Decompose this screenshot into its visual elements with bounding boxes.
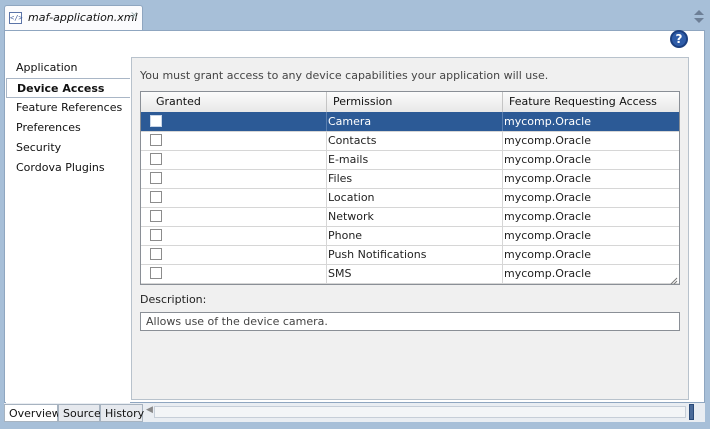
feature-cell: mycomp.Oracle bbox=[502, 188, 679, 207]
nav-item-preferences[interactable]: Preferences bbox=[6, 118, 130, 138]
permission-cell: Contacts bbox=[326, 131, 502, 150]
permission-cell: Location bbox=[326, 188, 502, 207]
feature-cell: mycomp.Oracle bbox=[502, 245, 679, 264]
granted-checkbox[interactable] bbox=[150, 210, 162, 222]
feature-cell: mycomp.Oracle bbox=[502, 131, 679, 150]
column-header-granted[interactable]: Granted bbox=[150, 92, 326, 112]
description-label: Description: bbox=[140, 293, 207, 306]
table-row[interactable]: Camera mycomp.Oracle bbox=[141, 112, 679, 132]
permission-cell: Files bbox=[326, 169, 502, 188]
nav-item-feature-references[interactable]: Feature References bbox=[6, 98, 130, 118]
feature-cell: mycomp.Oracle bbox=[502, 226, 679, 245]
column-header-feature-requesting-access[interactable]: Feature Requesting Access bbox=[502, 92, 679, 112]
tab-history[interactable]: History bbox=[100, 404, 144, 422]
permission-cell: SMS bbox=[326, 264, 502, 283]
permission-cell: Camera bbox=[326, 112, 502, 131]
granted-checkbox[interactable] bbox=[150, 229, 162, 241]
nav-item-application[interactable]: Application bbox=[6, 58, 130, 78]
feature-cell: mycomp.Oracle bbox=[502, 264, 679, 283]
scroll-left-icon[interactable]: ◀ bbox=[146, 405, 153, 415]
xml-file-icon: </> bbox=[9, 12, 23, 24]
permissions-table: Granted Permission Feature Requesting Acce… bbox=[140, 91, 680, 285]
feature-cell: mycomp.Oracle bbox=[502, 112, 679, 131]
editor-tab[interactable]: </> maf-application.xml × bbox=[4, 5, 143, 30]
table-row[interactable]: Network mycomp.Oracle bbox=[141, 207, 679, 227]
granted-checkbox[interactable] bbox=[150, 191, 162, 203]
category-nav: Application Device Access Feature Referenc… bbox=[6, 57, 130, 403]
permission-cell: E-mails bbox=[326, 150, 502, 169]
column-header-permission[interactable]: Permission bbox=[326, 92, 502, 112]
tab-close-icon[interactable]: × bbox=[130, 10, 138, 21]
feature-cell: mycomp.Oracle bbox=[502, 150, 679, 169]
resize-grip-icon[interactable] bbox=[670, 275, 678, 284]
permission-cell: Network bbox=[326, 207, 502, 226]
description-field[interactable]: Allows use of the device camera. bbox=[140, 312, 680, 331]
granted-checkbox[interactable] bbox=[150, 172, 162, 184]
granted-checkbox[interactable] bbox=[150, 153, 162, 165]
table-row[interactable]: Phone mycomp.Oracle bbox=[141, 226, 679, 246]
feature-cell: mycomp.Oracle bbox=[502, 169, 679, 188]
table-row[interactable]: Location mycomp.Oracle bbox=[141, 188, 679, 208]
granted-checkbox[interactable] bbox=[150, 115, 162, 127]
splitter-handle[interactable] bbox=[689, 404, 694, 420]
granted-checkbox[interactable] bbox=[150, 267, 162, 279]
permission-cell: Push Notifications bbox=[326, 245, 502, 264]
document-list-dropdown-icon[interactable] bbox=[690, 8, 708, 26]
granted-checkbox[interactable] bbox=[150, 248, 162, 260]
page-instructions: You must grant access to any device capa… bbox=[140, 69, 549, 82]
tab-overview[interactable]: Overview bbox=[4, 404, 61, 422]
table-row[interactable]: SMS mycomp.Oracle bbox=[141, 264, 679, 284]
horizontal-scrollbar[interactable] bbox=[154, 406, 686, 418]
nav-item-device-access[interactable]: Device Access bbox=[6, 78, 130, 98]
editor-tab-title: maf-application.xml bbox=[28, 11, 138, 24]
table-row[interactable]: Files mycomp.Oracle bbox=[141, 169, 679, 189]
nav-item-cordova-plugins[interactable]: Cordova Plugins bbox=[6, 158, 130, 178]
tab-source[interactable]: Source bbox=[58, 404, 101, 422]
help-icon[interactable]: ? bbox=[670, 30, 688, 48]
permission-cell: Phone bbox=[326, 226, 502, 245]
table-row[interactable]: Contacts mycomp.Oracle bbox=[141, 131, 679, 151]
table-header: Granted Permission Feature Requesting Acce… bbox=[141, 92, 679, 113]
nav-item-security[interactable]: Security bbox=[6, 138, 130, 158]
granted-checkbox[interactable] bbox=[150, 134, 162, 146]
feature-cell: mycomp.Oracle bbox=[502, 207, 679, 226]
table-row[interactable]: E-mails mycomp.Oracle bbox=[141, 150, 679, 170]
table-row[interactable]: Push Notifications mycomp.Oracle bbox=[141, 245, 679, 265]
